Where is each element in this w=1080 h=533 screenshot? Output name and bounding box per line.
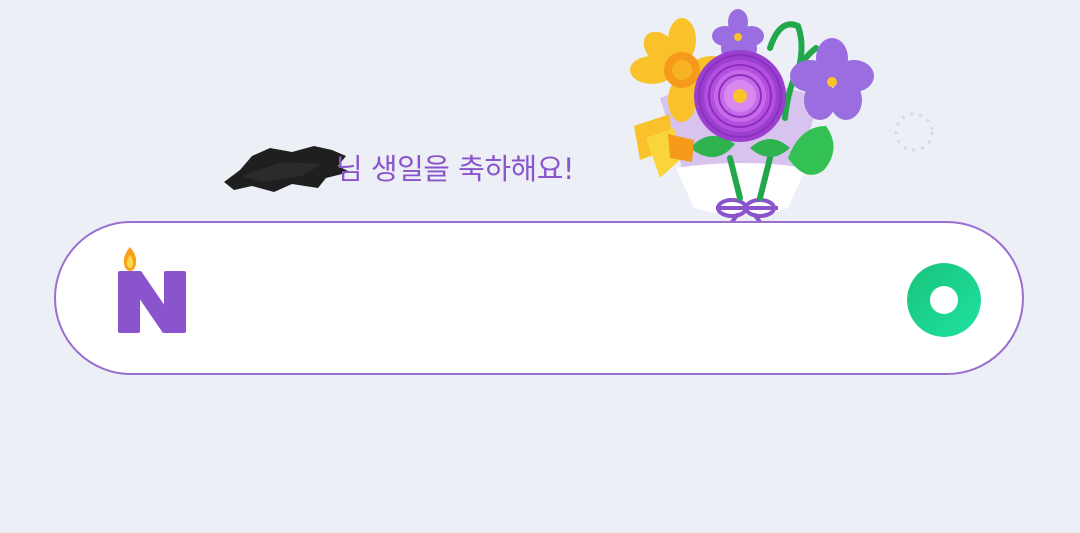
naver-birthday-logo-icon[interactable] <box>118 245 188 335</box>
birthday-search-page: 님 생일을 축하해요! <box>0 0 1080 533</box>
flower-bouquet-icon <box>630 9 874 224</box>
search-bar <box>54 221 1024 375</box>
sparkle-decoration-icon <box>894 112 934 152</box>
greeting-text: 님 생일을 축하해요! <box>336 152 575 186</box>
redacted-name <box>224 146 350 192</box>
green-search-icon[interactable] <box>907 263 981 337</box>
search-input[interactable] <box>206 263 890 335</box>
